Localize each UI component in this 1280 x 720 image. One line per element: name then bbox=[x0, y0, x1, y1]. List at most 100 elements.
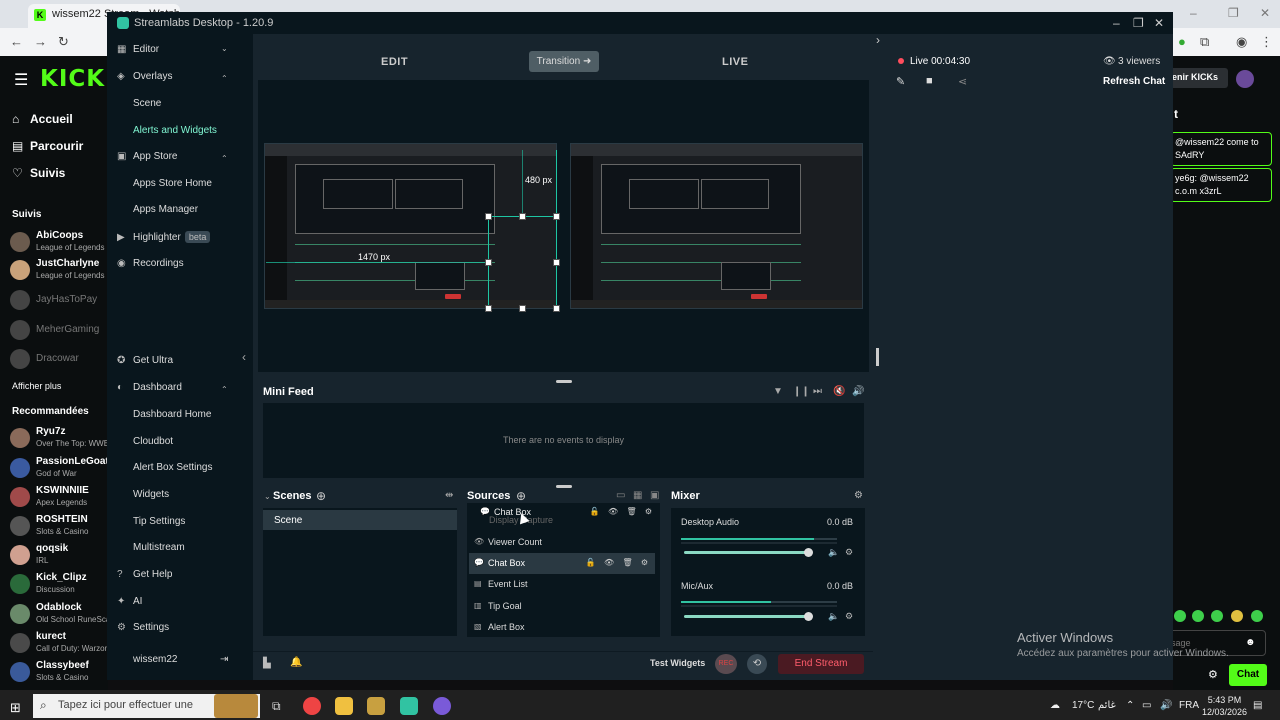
mute-alerts-icon[interactable]: 🔇 bbox=[833, 386, 845, 397]
source-row[interactable]: ▤ Event List bbox=[469, 574, 655, 595]
volume-slider[interactable] bbox=[684, 615, 809, 618]
extension-icon[interactable]: ● bbox=[1178, 34, 1186, 49]
browser-close-icon[interactable]: ✕ bbox=[1260, 6, 1270, 20]
emote-icon[interactable] bbox=[1174, 610, 1186, 622]
nav-recordings[interactable]: ◉ Recordings bbox=[117, 258, 184, 269]
notification-center-icon[interactable]: ▤ bbox=[1253, 700, 1262, 711]
nav-cloudbot[interactable]: Cloudbot bbox=[133, 436, 173, 447]
back-icon[interactable]: ← bbox=[10, 34, 23, 49]
recommended-channel[interactable]: ROSHTEIN Slots & Casino bbox=[10, 512, 108, 540]
followed-channel[interactable]: MeherGaming bbox=[10, 316, 108, 344]
collapse-sidebar-icon[interactable]: ‹ bbox=[242, 350, 246, 364]
transition-button[interactable]: Transition ➜ bbox=[529, 51, 599, 72]
kicks-button[interactable]: enir KICKs bbox=[1166, 68, 1228, 88]
app-icon[interactable] bbox=[367, 697, 385, 715]
nav-scene[interactable]: Scene bbox=[133, 98, 161, 109]
sl-close-icon[interactable]: ✕ bbox=[1154, 16, 1164, 30]
notifications-icon[interactable]: 🔔 bbox=[290, 657, 302, 668]
discord-icon[interactable] bbox=[433, 697, 451, 715]
resize-handle[interactable] bbox=[553, 213, 560, 220]
nav-get-ultra[interactable]: ✪ Get Ultra bbox=[117, 355, 173, 366]
nav-multistream[interactable]: Multistream bbox=[133, 542, 185, 553]
nav-overlays[interactable]: ◈ Overlays bbox=[117, 71, 172, 82]
chat-settings-icon[interactable]: ⚙ bbox=[1208, 668, 1218, 681]
performance-icon[interactable]: ▙ bbox=[263, 658, 271, 669]
recommended-channel[interactable]: PassionLeGoat God of War bbox=[10, 454, 109, 482]
language-indicator[interactable]: FRA bbox=[1179, 700, 1199, 711]
followed-channel[interactable]: AbiCoops League of Legends bbox=[10, 228, 108, 256]
followed-channel[interactable]: JustCharlyne League of Legends bbox=[10, 256, 108, 284]
scene-item[interactable]: Scene bbox=[263, 510, 457, 530]
sl-maximize-icon[interactable]: ❐ bbox=[1133, 16, 1144, 30]
expand-chat-icon[interactable]: › bbox=[876, 33, 880, 47]
source-folder-icon[interactable]: ▭ bbox=[616, 490, 625, 501]
tab-edit[interactable]: EDIT bbox=[381, 56, 408, 68]
nav-widgets[interactable]: Widgets bbox=[133, 489, 169, 500]
chevron-up-icon[interactable]: ⌃ bbox=[221, 154, 228, 163]
emote-icon[interactable] bbox=[1231, 610, 1243, 622]
reload-icon[interactable]: ↻ bbox=[58, 34, 69, 50]
nav-highlighter[interactable]: ▶ Highlighter beta bbox=[117, 231, 211, 243]
browser-maximize-icon[interactable]: ❐ bbox=[1228, 6, 1239, 20]
filter-icon[interactable]: ▼ bbox=[773, 386, 783, 397]
nav-get-help[interactable]: ? Get Help bbox=[117, 569, 172, 580]
emote-icon[interactable] bbox=[1192, 610, 1204, 622]
panel-resize-handle[interactable] bbox=[556, 485, 572, 488]
recommended-channel[interactable]: qoqsik IRL bbox=[10, 541, 108, 569]
nav-user-account[interactable]: wissem22 bbox=[117, 654, 177, 665]
menu-dots-icon[interactable]: ⋮ bbox=[1260, 34, 1273, 50]
followed-channel[interactable]: JayHasToPay bbox=[10, 286, 108, 314]
forward-icon[interactable]: → bbox=[34, 34, 47, 49]
skip-icon[interactable]: ⏭ bbox=[813, 386, 822, 397]
dragged-source[interactable]: 💬 Chat Box 🔓 👁 🗑 ⚙ bbox=[475, 504, 659, 520]
resize-handle[interactable] bbox=[485, 213, 492, 220]
chevron-down-icon[interactable]: ⌄ bbox=[264, 492, 271, 501]
recommended-channel[interactable]: Classybeef Slots & Casino bbox=[10, 658, 108, 686]
edit-preview[interactable] bbox=[264, 143, 557, 309]
nav-ai[interactable]: ✦ AI bbox=[117, 596, 142, 607]
refresh-chat-button[interactable]: Refresh Chat bbox=[1103, 76, 1165, 87]
recommended-channel[interactable]: Kick_Clipz Discussion bbox=[10, 570, 108, 598]
nav-settings[interactable]: ⚙ Settings bbox=[117, 622, 169, 633]
nav-editor[interactable]: ▦ Editor bbox=[117, 44, 159, 55]
network-icon[interactable]: ▭ bbox=[1142, 700, 1151, 711]
taskbar-clock[interactable]: 5:43 PM 12/03/2026 bbox=[1202, 694, 1247, 718]
edit-stream-info-icon[interactable]: ✎ bbox=[896, 75, 905, 88]
chrome-icon[interactable] bbox=[303, 697, 321, 715]
replay-buffer-button[interactable]: ⟲ bbox=[747, 654, 767, 674]
source-tools[interactable]: 🔓 👁 🗑 ⚙ bbox=[590, 507, 655, 516]
resize-handle[interactable] bbox=[485, 259, 492, 266]
recommended-channel[interactable]: KSWINNIIE Apex Legends bbox=[10, 483, 108, 511]
volume-tray-icon[interactable]: 🔊 bbox=[1160, 700, 1172, 711]
add-source-icon[interactable]: ⊕ bbox=[516, 489, 526, 503]
tray-up-icon[interactable]: ⌃ bbox=[1126, 700, 1134, 711]
resize-handle[interactable] bbox=[553, 259, 560, 266]
emoji-picker-icon[interactable]: ☻ bbox=[1245, 637, 1256, 648]
recommended-channel[interactable]: Ryu7z Over The Top: WWE bbox=[10, 424, 109, 452]
volume-slider[interactable] bbox=[684, 551, 809, 554]
recommended-channel[interactable]: kurect Call of Duty: Warzone bbox=[10, 629, 114, 657]
resize-handle[interactable] bbox=[553, 305, 560, 312]
send-chat-button[interactable]: Chat bbox=[1229, 664, 1267, 686]
browser-minimize-icon[interactable]: – bbox=[1190, 6, 1197, 20]
nav-tip-settings[interactable]: Tip Settings bbox=[133, 516, 185, 527]
windows-start-icon[interactable]: ⊞ bbox=[10, 700, 21, 716]
task-view-icon[interactable]: ⧉ bbox=[272, 699, 281, 714]
nav-dashboard-home[interactable]: Dashboard Home bbox=[133, 409, 211, 420]
nav-apps-store-home[interactable]: Apps Store Home bbox=[133, 178, 212, 189]
gear-icon[interactable]: ⚙ bbox=[845, 547, 853, 558]
sl-minimize-icon[interactable]: – bbox=[1113, 16, 1120, 30]
followed-channel[interactable]: Dracowar bbox=[10, 345, 108, 373]
weather-temp[interactable]: 17°C bbox=[1072, 700, 1094, 711]
hamburger-menu-icon[interactable]: ☰ bbox=[14, 70, 28, 90]
resize-handle[interactable] bbox=[485, 305, 492, 312]
source-tools[interactable]: 🔓 👁 🗑 ⚙ bbox=[586, 558, 651, 567]
user-avatar[interactable] bbox=[1236, 70, 1254, 88]
pause-icon[interactable]: ❙❙ bbox=[793, 386, 810, 397]
scene-transitions-icon[interactable]: ⇹ bbox=[445, 490, 453, 501]
tab-live[interactable]: LIVE bbox=[722, 56, 748, 68]
camera-icon[interactable]: ■ bbox=[926, 75, 933, 87]
nav-dashboard[interactable]: ◐ Dashboard bbox=[117, 382, 182, 393]
gear-icon[interactable]: ⚙ bbox=[845, 611, 853, 622]
kick-nav-browse[interactable]: ▤ Parcourir bbox=[12, 139, 83, 153]
